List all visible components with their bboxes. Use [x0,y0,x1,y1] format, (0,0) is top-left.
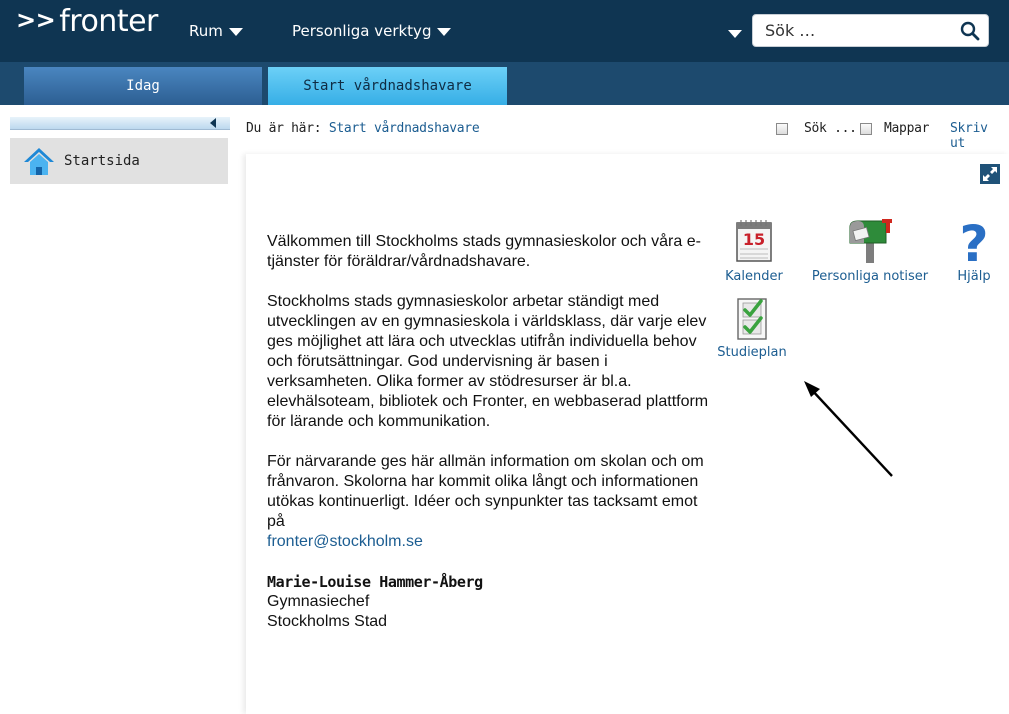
app-hjalp-label: Hjälp [957,269,991,284]
chevron-down-icon [437,27,452,36]
breadcrumb-link[interactable]: Start vårdnadshavare [329,121,480,136]
logo-arrows: >> [16,6,56,34]
annotation-arrow-icon [804,381,893,477]
breadcrumb: Du är här: Start vårdnadshavare [246,121,480,136]
app-kalender[interactable]: 15 Kalender [714,217,794,284]
checklist-icon [737,298,767,340]
app-hjalp[interactable]: ? Hjälp [948,217,1000,284]
search-icon[interactable] [960,21,980,41]
fronter-logo[interactable]: >> fronter [16,4,158,39]
mailbox-icon [849,219,892,263]
nav-rum-label: Rum [189,22,223,40]
app-kalender-label: Kalender [725,269,783,284]
calendar-icon: 15 [736,220,772,262]
home-icon [24,148,54,175]
search-checkbox[interactable] [776,123,788,135]
search-toggle-label: Sök ... [804,121,857,136]
app-studieplan-label: Studieplan [717,345,787,360]
help-glyph: ? [959,217,988,265]
nav-rum[interactable]: Rum [189,22,243,40]
email-link[interactable]: fronter@stockholm.se [267,533,423,550]
chevron-down-icon [228,27,243,36]
collapse-sidebar-icon[interactable] [210,118,216,128]
signature-name: Marie-Louise Hammer-Åberg [267,573,483,591]
nav-personliga-verktyg-label: Personliga verktyg [292,22,432,40]
welcome-text: Välkommen till Stockholms stads gymnasie… [267,232,712,632]
nav-personliga-verktyg[interactable]: Personliga verktyg [292,22,452,40]
help-icon: ? [959,217,988,265]
app-personliga-notiser[interactable]: Personliga notiser [797,217,943,284]
app-personliga-notiser-label: Personliga notiser [811,269,929,284]
breadcrumb-prefix: Du är här: [246,121,322,136]
search-scope-dropdown-icon[interactable] [728,30,742,38]
tab-idag[interactable]: Idag [24,67,262,105]
logo-text: fronter [59,4,158,39]
sidebar-item-label: Startsida [64,153,140,169]
welcome-paragraph-2: Stockholms stads gymnasieskolor arbetar … [267,293,709,430]
search-input[interactable] [753,15,960,46]
welcome-paragraph-1: Välkommen till Stockholms stads gymnasie… [267,233,701,270]
tab-start-vardnadshavare[interactable]: Start vårdnadshavare [268,67,507,105]
welcome-paragraph-3: För närvarande ges här allmän informatio… [267,452,712,552]
app-studieplan[interactable]: Studieplan [709,297,795,360]
sidebar-item-startsida[interactable]: Startsida [10,138,228,184]
search-box [752,14,989,47]
signature-title: Gymnasiechef [267,593,370,610]
calendar-day: 15 [743,230,765,249]
welcome-paragraph-3-text: För närvarande ges här allmän informatio… [267,453,704,530]
expand-icon[interactable] [980,164,1000,184]
folders-toggle-label: Mappar [884,121,930,136]
print-link[interactable]: Skriv ut [950,121,1009,151]
sidebar-header [10,117,230,130]
signature-org: Stockholms Stad [267,613,388,630]
folders-checkbox[interactable] [860,123,872,135]
